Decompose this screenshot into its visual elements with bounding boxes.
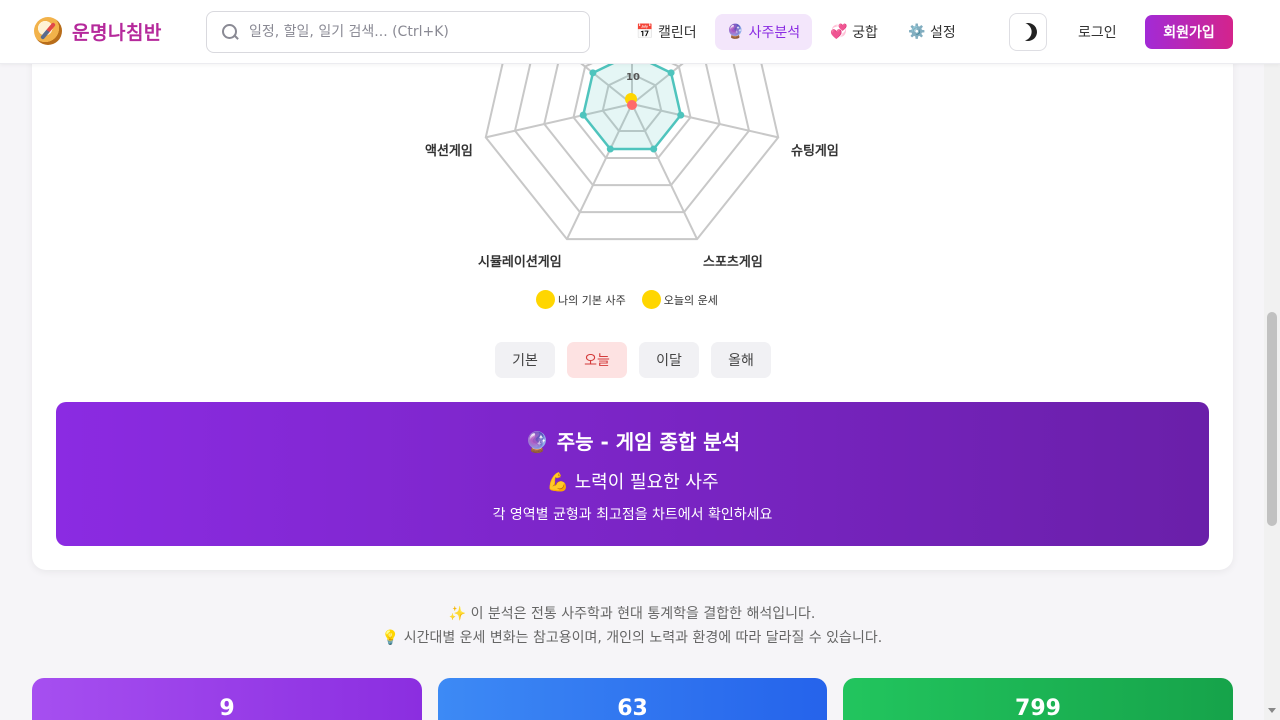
footnote-disclaimer: 💡 시간대별 운세 변화는 참고용이며, 개인의 노력과 환경에 따라 달라질 … (381, 630, 883, 646)
login-button[interactable]: 로그인 (1078, 22, 1117, 42)
nav-item-settings[interactable]: ⚙️ 설정 (896, 14, 968, 50)
footnote-method: ✨ 이 분석은 전통 사주학과 현대 통계학을 결합한 해석입니다. (448, 606, 816, 622)
summary-subtitle: 💪 노력이 필요한 사주 (546, 472, 719, 493)
nav-label: 설정 (929, 25, 956, 41)
series-base-point (606, 145, 614, 153)
legend-swatch (536, 290, 555, 309)
period-selector: 기본 오늘 이달 올해 (495, 342, 771, 378)
axis-label-simulation: 시뮬레이션게임 (478, 255, 562, 270)
nav-item-calendar[interactable]: 📅 캘린더 (624, 14, 709, 50)
analysis-card: 10 액션게임 슈팅게임 스포츠게임 시뮬레이션게임 나의 기본 사주 오늘의 … (32, 40, 1233, 570)
app-title: 운명나침반 (72, 21, 162, 44)
gear-icon: ⚙️ (907, 24, 926, 40)
legend-label: 오늘의 운세 (663, 293, 718, 307)
axis-label-shooting: 슈팅게임 (791, 144, 839, 159)
crystal-ball-icon: 🔮 (726, 24, 745, 40)
page-scrollbar[interactable] (1264, 0, 1280, 720)
period-button-month[interactable]: 이달 (639, 342, 699, 378)
nav-label: 캘린더 (658, 25, 697, 41)
dark-mode-toggle[interactable] (1009, 13, 1047, 51)
summary-title: 🔮 주능 - 게임 종합 분석 (524, 430, 741, 454)
series-base-point (677, 111, 685, 119)
stat-card-2: 63 (438, 678, 827, 720)
search-icon (221, 23, 239, 41)
app-header: 운명나침반 📅 캘린더 🔮 사주분석 💞 궁합 ⚙️ 설정 로그인 회원가입 (0, 0, 1280, 64)
legend-item-today[interactable]: 오늘의 운세 (641, 290, 718, 309)
signup-button[interactable]: 회원가입 (1145, 15, 1233, 49)
series-base-point (579, 111, 587, 119)
scrollbar-thumb[interactable] (1267, 312, 1277, 526)
summary-banner: 🔮 주능 - 게임 종합 분석 💪 노력이 필요한 사주 각 영역별 균형과 최… (56, 402, 1209, 546)
series-red-point (627, 100, 637, 110)
nav-item-saju-analysis[interactable]: 🔮 사주분석 (714, 14, 813, 50)
stat-value: 9 (219, 696, 235, 720)
axis-label-sports: 스포츠게임 (703, 255, 763, 270)
radar-tick-label: 10 (626, 72, 640, 83)
legend-label: 나의 기본 사주 (558, 293, 626, 307)
series-base-point (667, 69, 675, 77)
series-base-point (650, 145, 658, 153)
stat-card-3: 799 (843, 678, 1233, 720)
search-input[interactable] (249, 24, 569, 40)
series-base-point (589, 69, 597, 77)
nav-label: 사주분석 (748, 25, 801, 41)
app-logo[interactable]: 운명나침반 (34, 17, 162, 45)
hearts-icon: 💞 (830, 24, 848, 40)
stat-value: 63 (617, 696, 648, 720)
axis-label-action: 액션게임 (425, 144, 473, 159)
main-nav: 📅 캘린더 🔮 사주분석 💞 궁합 ⚙️ 설정 (624, 14, 968, 50)
legend-item-base[interactable]: 나의 기본 사주 (536, 290, 626, 309)
period-button-today[interactable]: 오늘 (567, 342, 627, 378)
nav-item-compatibility[interactable]: 💞 궁합 (818, 14, 890, 50)
search-box[interactable] (206, 11, 590, 53)
chart-legend: 나의 기본 사주 오늘의 운세 (536, 290, 718, 309)
stat-value: 799 (1015, 696, 1061, 720)
calendar-icon: 📅 (636, 24, 654, 40)
scroll-down-arrow-icon[interactable] (1268, 708, 1276, 713)
summary-note: 각 영역별 균형과 최고점을 차트에서 확인하세요 (492, 507, 773, 523)
stat-card-1: 9 (32, 678, 422, 720)
period-button-basic[interactable]: 기본 (495, 342, 555, 378)
moon-icon (1016, 20, 1039, 43)
compass-icon (34, 17, 62, 45)
nav-label: 궁합 (852, 25, 878, 41)
period-button-year[interactable]: 올해 (711, 342, 771, 378)
legend-swatch (641, 290, 661, 309)
